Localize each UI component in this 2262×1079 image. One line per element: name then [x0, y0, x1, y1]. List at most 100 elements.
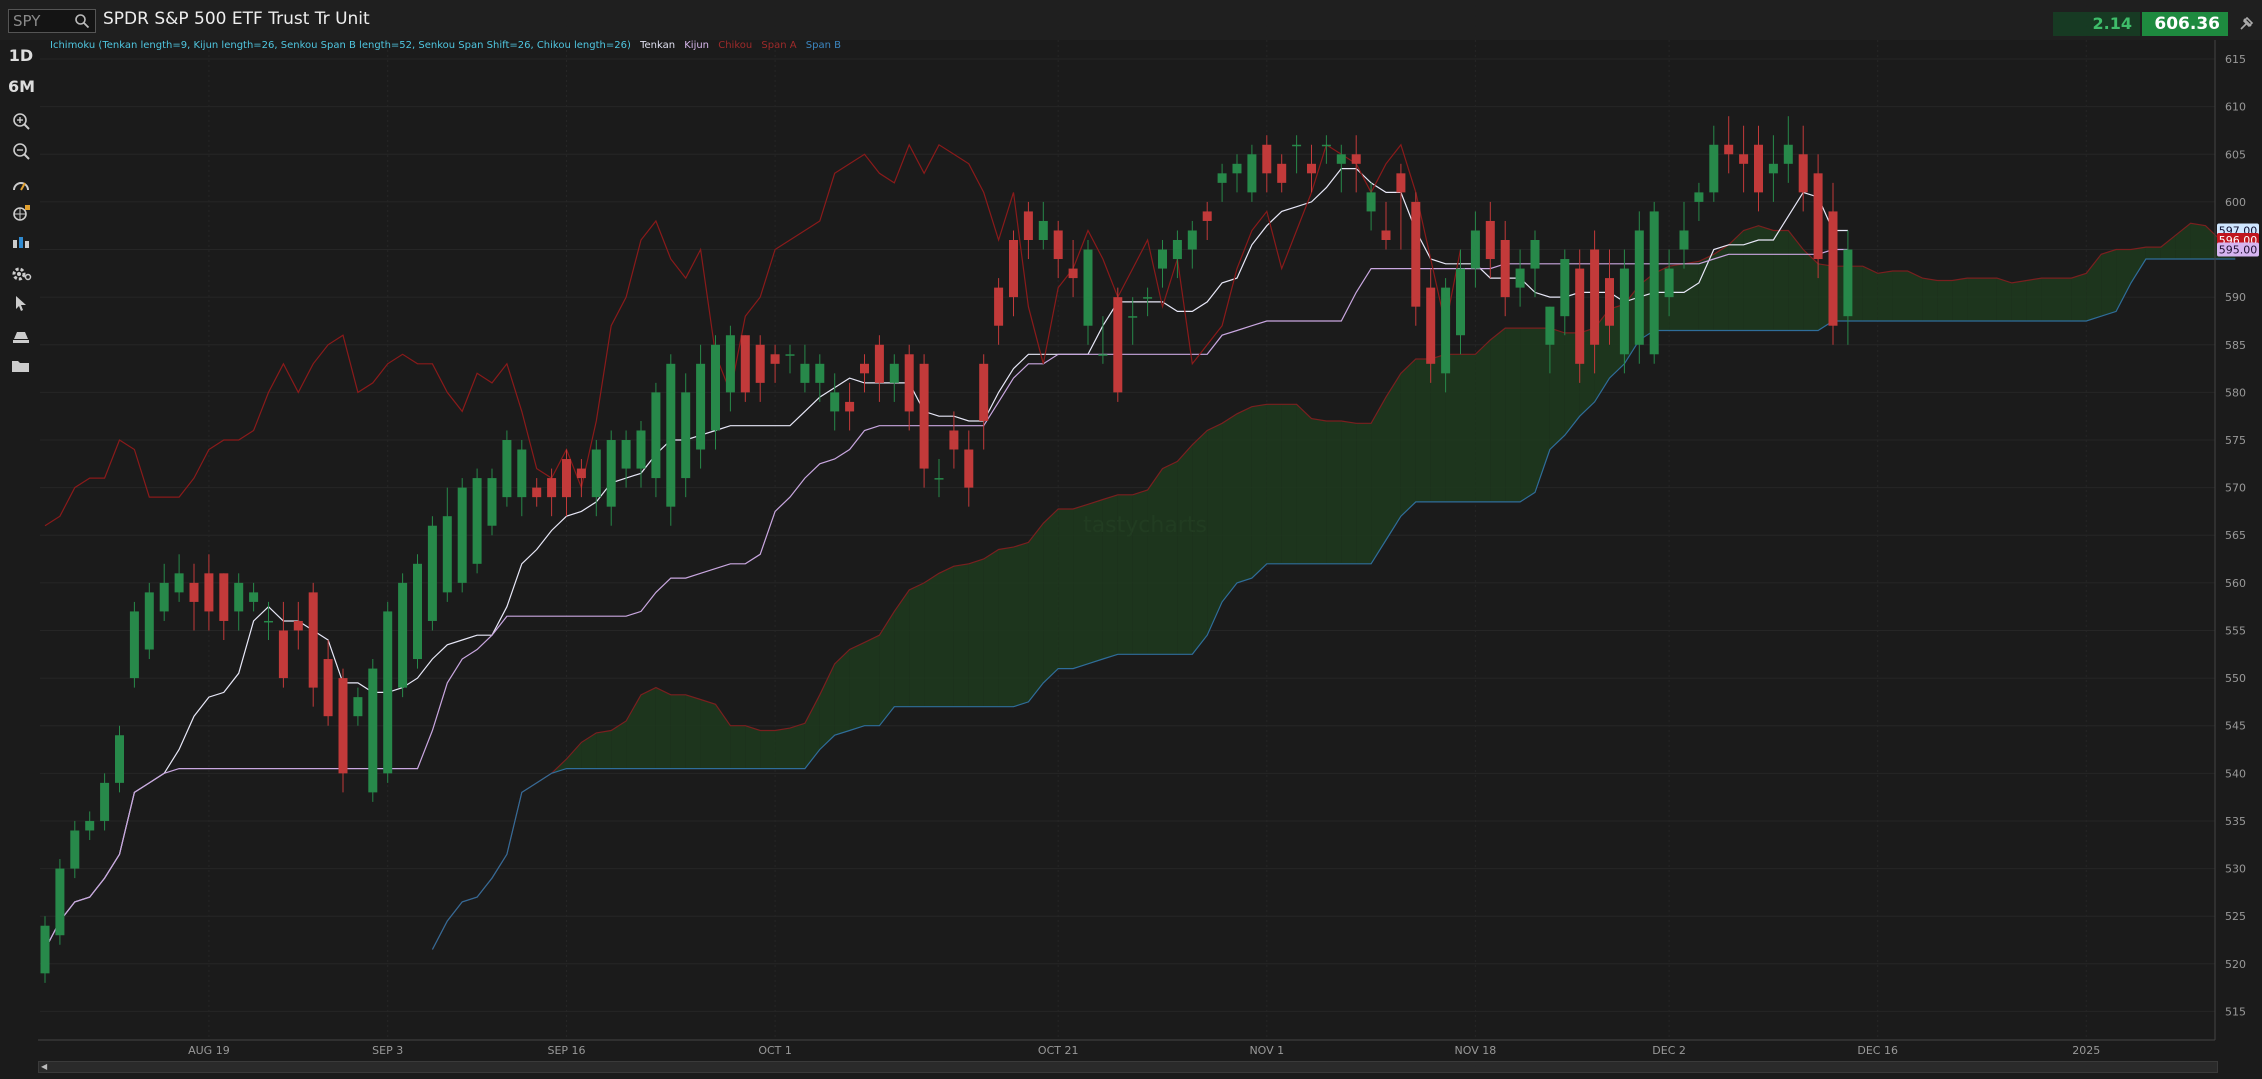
drawing-tools-icon[interactable] — [8, 202, 34, 224]
candle-body — [115, 735, 124, 783]
symbol-input[interactable] — [13, 13, 73, 29]
symbol-search-box[interactable] — [8, 9, 96, 33]
candle-body — [1307, 163, 1316, 174]
candle-body — [70, 830, 80, 869]
candle-body — [1396, 173, 1406, 193]
candle-body — [368, 668, 378, 793]
candle-body — [159, 582, 169, 612]
cloud-segment — [1132, 490, 1148, 655]
candle-body — [845, 401, 855, 412]
candle-body — [979, 363, 989, 421]
cloud-segment — [790, 723, 805, 769]
scroll-left-arrow-icon[interactable]: ◀ — [41, 1062, 51, 1072]
cloud-segment — [2190, 223, 2206, 260]
candle-body — [621, 440, 631, 469]
cloud-segment — [1773, 230, 1789, 331]
candle-body — [1634, 230, 1644, 345]
candle-body — [1143, 297, 1153, 299]
cloud-segment — [566, 742, 582, 769]
settings-icon[interactable] — [8, 262, 34, 284]
cloud-segment — [655, 687, 671, 769]
cloud-segment — [2071, 273, 2087, 321]
y-tick-label: 570 — [2225, 482, 2246, 495]
candle-body — [457, 487, 467, 583]
candle-body — [1351, 154, 1361, 164]
cloud-segment — [864, 635, 880, 726]
candle-body — [606, 440, 616, 507]
cloud-segment — [1505, 328, 1521, 502]
cloud-segment — [1430, 354, 1446, 502]
cloud-segment — [1341, 420, 1357, 564]
candle-body — [740, 335, 750, 393]
candle-body — [770, 354, 780, 364]
candle-body — [755, 344, 765, 383]
x-tick-label: OCT 21 — [1038, 1044, 1079, 1057]
cloud-segment — [1982, 278, 1997, 321]
range-button[interactable]: 6M — [8, 76, 35, 98]
search-icon[interactable] — [74, 13, 90, 29]
candle-body — [293, 620, 303, 631]
chart-toolbar: 1D 6M — [0, 40, 42, 440]
candle-body — [40, 925, 50, 974]
cloud-segment — [953, 563, 969, 707]
cloud-segment — [983, 549, 999, 707]
cloud-segment — [1251, 404, 1267, 579]
cloud-segment — [1207, 423, 1223, 636]
candle-body — [1545, 306, 1555, 345]
x-tick-label: DEC 16 — [1857, 1044, 1898, 1057]
pin-icon[interactable] — [2236, 14, 2256, 34]
candle-body — [427, 525, 437, 621]
cloud-segment — [1788, 230, 1804, 331]
zoom-out-icon[interactable] — [8, 140, 34, 162]
cloud-segment — [1743, 225, 1759, 331]
candle-body — [666, 363, 676, 507]
y-tick-label: 585 — [2225, 339, 2246, 352]
interval-button[interactable]: 1D — [8, 45, 34, 67]
candle-body — [1679, 230, 1689, 250]
cloud-segment — [998, 547, 1014, 707]
zoom-in-icon[interactable] — [8, 110, 34, 132]
legend-span-a: Span A — [761, 40, 797, 51]
cloud-segment — [1371, 397, 1386, 564]
ichimoku-cloud — [432, 223, 2236, 950]
cloud-segment — [909, 582, 925, 707]
candle-body — [860, 363, 869, 374]
chart-scrollbar[interactable]: ◀ — [38, 1061, 2218, 1073]
cloud-segment — [1147, 468, 1163, 655]
cloud-segment — [1117, 494, 1133, 655]
candle-body — [1843, 249, 1853, 317]
y-tick-label: 555 — [2225, 624, 2246, 637]
candle-body — [651, 392, 661, 479]
candle-body — [889, 363, 899, 383]
cursor-icon[interactable] — [8, 292, 34, 314]
cloud-segment — [685, 694, 701, 769]
candle-body — [55, 868, 65, 936]
candle-body — [1590, 249, 1600, 345]
chart-style-icon[interactable] — [8, 174, 34, 196]
candle-body — [562, 459, 571, 498]
candle-body — [1605, 278, 1614, 326]
candle-body — [144, 592, 154, 650]
cloud-segment — [2101, 249, 2117, 317]
candle-body — [502, 440, 512, 498]
candle-body — [785, 354, 795, 356]
studies-icon[interactable] — [8, 232, 34, 254]
candle-body — [874, 344, 884, 383]
candle-body — [1366, 192, 1376, 212]
layers-icon[interactable] — [8, 324, 34, 346]
candle-body — [472, 478, 482, 564]
folder-icon[interactable] — [8, 354, 34, 376]
cloud-segment — [1907, 270, 1923, 321]
cloud-segment — [1088, 499, 1103, 664]
candle-body — [219, 573, 229, 621]
candle-body — [1172, 240, 1182, 260]
cloud-segment — [1535, 328, 1550, 493]
x-tick-label: AUG 19 — [188, 1044, 230, 1057]
candle-body — [1232, 163, 1242, 174]
candle-body — [398, 582, 408, 688]
candle-body — [547, 478, 557, 498]
candle-body — [1619, 268, 1629, 355]
candle-body — [681, 392, 691, 479]
price-chart[interactable]: tastycharts 5155205255305355405455505555… — [0, 40, 2262, 1061]
cloud-segment — [2131, 247, 2146, 283]
